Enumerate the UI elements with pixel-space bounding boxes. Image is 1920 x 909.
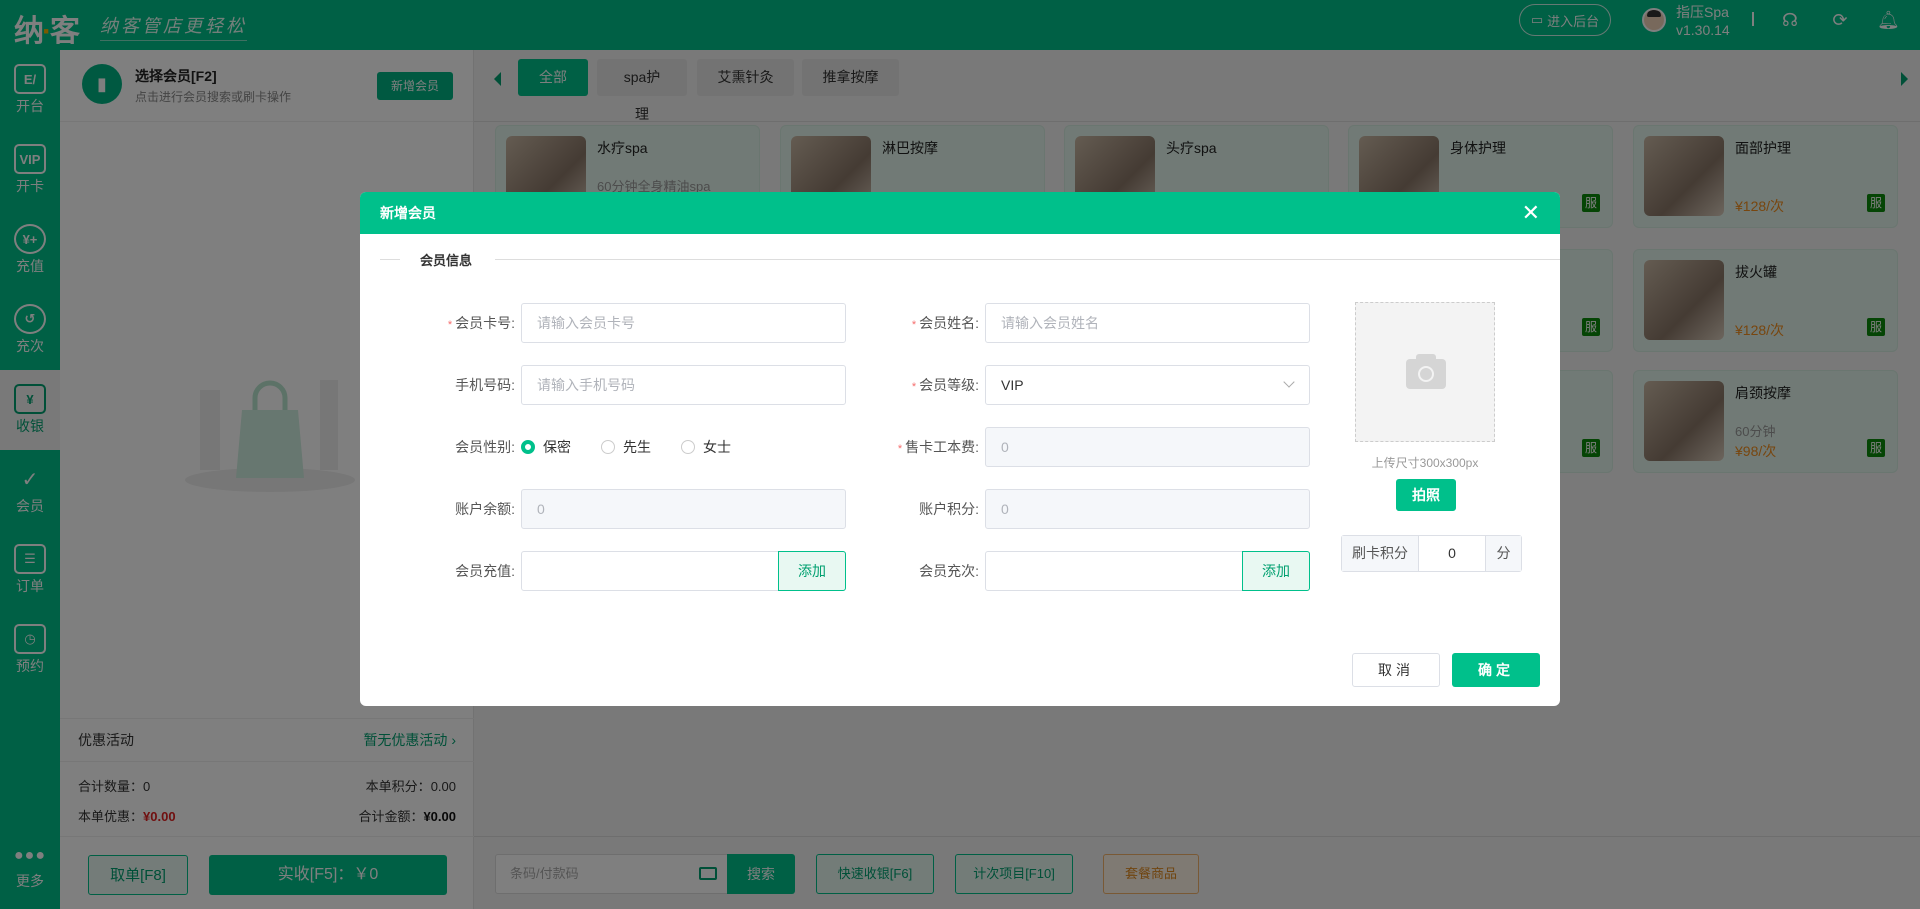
gender-label: 会员性别: [455, 439, 515, 455]
dialog-title: 新增会员 [380, 205, 436, 221]
photo-upload[interactable] [1355, 302, 1495, 442]
recharge-times-label: 会员充次: [919, 563, 979, 579]
dialog-header: 新增会员 ✕ [360, 192, 1560, 234]
level-value: VIP [1001, 377, 1024, 393]
section-title: 会员信息 [420, 253, 473, 268]
card-fee-input: 0 [985, 427, 1310, 467]
card-no-input[interactable]: 请输入会员卡号 [521, 303, 846, 343]
new-member-dialog: 新增会员 ✕ 会员信息 * 会员卡号: 请输入会员卡号 * 会员姓名: 请输入会员姓名… [360, 192, 1560, 706]
card-fee-label: * 售卡工本费: [897, 439, 979, 455]
take-photo-button[interactable]: 拍照 [1396, 479, 1456, 511]
confirm-button[interactable]: 确定 [1452, 653, 1540, 687]
name-input[interactable]: 请输入会员姓名 [985, 303, 1310, 343]
section-divider: 会员信息 [380, 252, 1560, 268]
points-input: 0 [985, 489, 1310, 529]
card-no-label: * 会员卡号: [447, 315, 515, 331]
gender-radio-secret[interactable]: 保密 [521, 437, 571, 457]
recharge-input[interactable]: 添加 [521, 551, 846, 591]
cancel-button[interactable]: 取消 [1352, 653, 1440, 687]
swipe-points-group: 刷卡积分 0 分 [1341, 535, 1522, 572]
camera-icon [1406, 354, 1446, 389]
phone-input[interactable]: 请输入手机号码 [521, 365, 846, 405]
recharge-times-add-button[interactable]: 添加 [1242, 551, 1310, 591]
swipe-points-unit: 分 [1485, 536, 1521, 571]
balance-input: 0 [521, 489, 846, 529]
gender-radio-female[interactable]: 女士 [681, 437, 731, 457]
chevron-down-icon [1283, 376, 1295, 388]
name-label: * 会员姓名: [911, 315, 979, 331]
upload-hint: 上传尺寸300x300px [1371, 456, 1479, 470]
swipe-points-input[interactable]: 0 [1419, 536, 1485, 571]
swipe-points-label: 刷卡积分 [1342, 536, 1419, 571]
level-label: * 会员等级: [911, 377, 979, 393]
phone-label: 手机号码: [455, 377, 515, 393]
close-icon[interactable]: ✕ [1522, 192, 1540, 234]
recharge-label: 会员充值: [455, 563, 515, 579]
gender-radio-group: 保密 先生 女士 [521, 427, 761, 467]
points-label: 账户积分: [919, 501, 979, 517]
gender-radio-male[interactable]: 先生 [601, 437, 651, 457]
balance-label: 账户余额: [455, 501, 515, 517]
recharge-times-input[interactable]: 添加 [985, 551, 1310, 591]
level-select[interactable]: VIP [985, 365, 1310, 405]
